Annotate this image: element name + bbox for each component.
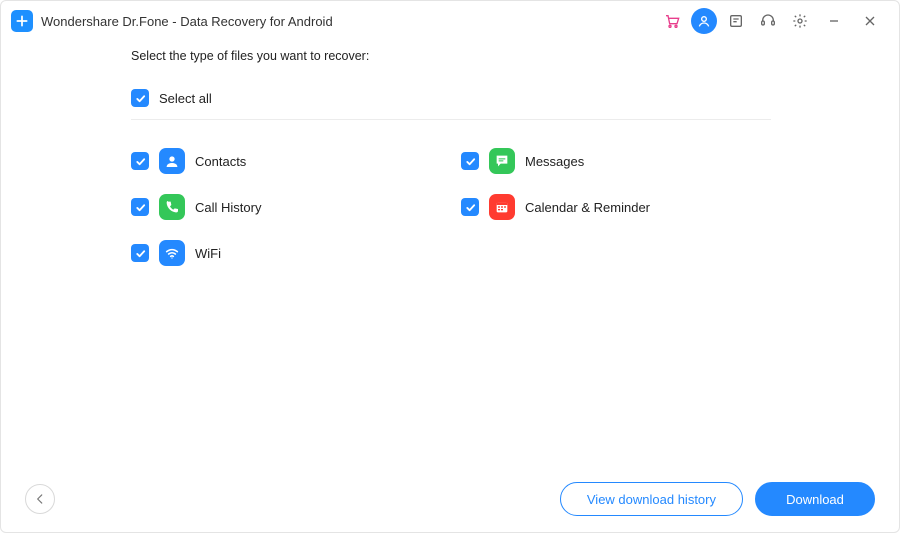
calendar-checkbox[interactable] <box>461 198 479 216</box>
item-call-history: Call History <box>131 184 461 230</box>
feedback-icon[interactable] <box>723 8 749 34</box>
support-icon[interactable] <box>755 8 781 34</box>
settings-icon[interactable] <box>787 8 813 34</box>
select-all-checkbox[interactable] <box>131 89 149 107</box>
messages-label: Messages <box>525 154 584 169</box>
messages-checkbox[interactable] <box>461 152 479 170</box>
prompt-text: Select the type of files you want to rec… <box>131 49 789 63</box>
titlebar: Wondershare Dr.Fone - Data Recovery for … <box>1 1 899 41</box>
app-window: Wondershare Dr.Fone - Data Recovery for … <box>0 0 900 533</box>
footer: View download history Download <box>1 466 899 532</box>
messages-icon <box>489 148 515 174</box>
contacts-label: Contacts <box>195 154 246 169</box>
item-wifi: WiFi <box>131 230 461 276</box>
app-logo-icon <box>11 10 33 32</box>
select-all-row: Select all <box>131 89 771 120</box>
cart-icon[interactable] <box>659 8 685 34</box>
item-contacts: Contacts <box>131 138 461 184</box>
contacts-checkbox[interactable] <box>131 152 149 170</box>
download-button[interactable]: Download <box>755 482 875 516</box>
call-history-icon <box>159 194 185 220</box>
back-button[interactable] <box>25 484 55 514</box>
wifi-label: WiFi <box>195 246 221 261</box>
app-title: Wondershare Dr.Fone - Data Recovery for … <box>41 14 333 29</box>
main-content: Select the type of files you want to rec… <box>1 41 899 532</box>
item-calendar: Calendar & Reminder <box>461 184 791 230</box>
view-download-history-button[interactable]: View download history <box>560 482 743 516</box>
contacts-icon <box>159 148 185 174</box>
call-history-label: Call History <box>195 200 261 215</box>
select-all-label: Select all <box>159 91 212 106</box>
close-button[interactable] <box>855 8 885 34</box>
file-type-grid: Contacts Messages Call History <box>131 138 789 276</box>
wifi-checkbox[interactable] <box>131 244 149 262</box>
item-messages: Messages <box>461 138 791 184</box>
minimize-button[interactable] <box>819 8 849 34</box>
calendar-label: Calendar & Reminder <box>525 200 650 215</box>
calendar-icon <box>489 194 515 220</box>
call-history-checkbox[interactable] <box>131 198 149 216</box>
wifi-icon <box>159 240 185 266</box>
account-icon[interactable] <box>691 8 717 34</box>
